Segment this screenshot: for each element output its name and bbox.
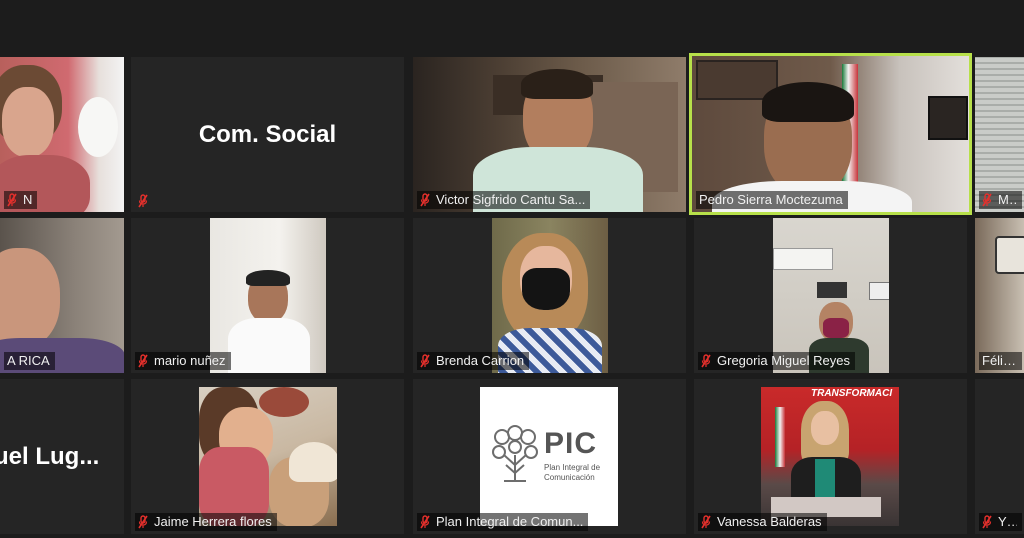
participant-name: Brenda Carrion xyxy=(436,353,525,368)
pic-logo-subtitle-2: Comunicación xyxy=(544,473,595,482)
participant-name-label: Yhe xyxy=(979,513,1022,531)
participant-display-name: uel Lug... xyxy=(0,442,100,470)
participant-tile-5[interactable]: Mar xyxy=(975,57,1024,212)
participant-name-label: Brenda Carrion xyxy=(417,352,530,370)
participant-name-label: Jaime Herrera flores xyxy=(135,513,277,531)
participant-name: Yhe xyxy=(998,514,1017,529)
participant-name-label: mario nuñez xyxy=(135,352,231,370)
video-feed xyxy=(199,387,337,526)
mic-muted-icon xyxy=(420,354,430,368)
participant-name: A RICA xyxy=(7,353,50,368)
participant-tile-11[interactable]: uel Lug... xyxy=(0,379,124,534)
mic-muted-icon xyxy=(420,193,430,207)
video-feed xyxy=(692,56,969,212)
participant-name-label: Plan Integral de Comun... xyxy=(417,513,589,531)
participant-name-label: Victor Sigfrido Cantu Sa... xyxy=(417,191,591,209)
participant-tile-9[interactable]: Gregoria Miguel Reyes xyxy=(694,218,967,373)
participant-name-label: Vanessa Balderas xyxy=(698,513,827,531)
video-feed xyxy=(210,218,326,373)
mic-muted-icon xyxy=(701,515,711,529)
mic-muted-icon xyxy=(138,515,148,529)
participant-name: Vanessa Balderas xyxy=(717,514,822,529)
mic-muted-icon xyxy=(138,194,148,208)
participant-tile-13[interactable]: PIC Plan Integral de Comunicación Plan I… xyxy=(413,379,686,534)
participant-name: Félix Ga xyxy=(982,353,1017,368)
participant-name: Gregoria Miguel Reyes xyxy=(717,353,850,368)
mic-muted-icon xyxy=(982,515,992,529)
participant-name: Jaime Herrera flores xyxy=(154,514,272,529)
video-feed xyxy=(975,218,1024,373)
participant-name: Pedro Sierra Moctezuma xyxy=(699,192,843,207)
participant-tile-7[interactable]: mario nuñez xyxy=(131,218,404,373)
participant-name: Mar xyxy=(998,192,1017,207)
participant-tile-8[interactable]: Brenda Carrion xyxy=(413,218,686,373)
video-feed xyxy=(413,57,686,212)
participant-tile-2[interactable]: Com. Social xyxy=(131,57,404,212)
pic-logo: PIC Plan Integral de Comunicación xyxy=(480,387,618,526)
participant-name: mario nuñez xyxy=(154,353,226,368)
participant-name: Plan Integral de Comun... xyxy=(436,514,584,529)
video-feed xyxy=(773,218,889,373)
participant-tile-15[interactable]: Yhe xyxy=(975,379,1024,534)
pic-logo-title: PIC xyxy=(544,427,598,460)
participant-name-label: Félix Ga xyxy=(979,352,1022,370)
tree-icon xyxy=(492,425,538,482)
mic-muted-icon xyxy=(420,515,430,529)
participant-tile-12[interactable]: Jaime Herrera flores xyxy=(131,379,404,534)
mic-muted-icon xyxy=(701,354,711,368)
video-feed: TRANSFORMACI xyxy=(761,387,899,526)
participant-name-label: A RICA xyxy=(4,352,55,370)
video-feed xyxy=(0,218,124,373)
participant-display-name: Com. Social xyxy=(198,120,337,148)
participant-tile-6[interactable]: A RICA xyxy=(0,218,124,373)
participant-name: N xyxy=(23,192,33,207)
video-feed xyxy=(975,57,1024,212)
participant-tile-14[interactable]: TRANSFORMACI Vanessa Balderas xyxy=(694,379,967,534)
participant-tile-10[interactable]: Félix Ga xyxy=(975,218,1024,373)
video-feed xyxy=(492,218,608,373)
mic-muted-icon xyxy=(982,193,992,207)
participant-name-label: Pedro Sierra Moctezuma xyxy=(696,191,848,209)
pic-logo-subtitle-1: Plan Integral de xyxy=(544,463,601,472)
participant-tile-4[interactable]: Pedro Sierra Moctezuma xyxy=(689,53,972,215)
participant-name: Victor Sigfrido Cantu Sa... xyxy=(436,192,586,207)
participant-tile-3[interactable]: Victor Sigfrido Cantu Sa... xyxy=(413,57,686,212)
mic-muted-icon xyxy=(138,354,148,368)
participant-name-label: Gregoria Miguel Reyes xyxy=(698,352,855,370)
participant-name-label: Mar xyxy=(979,191,1022,209)
participant-tile-1[interactable]: N xyxy=(0,57,124,212)
participant-name-label: N xyxy=(4,191,38,209)
mic-muted-icon xyxy=(7,193,17,207)
video-feed xyxy=(0,57,124,212)
background-banner-text: TRANSFORMACI xyxy=(811,388,893,399)
participant-name-label xyxy=(135,193,159,209)
